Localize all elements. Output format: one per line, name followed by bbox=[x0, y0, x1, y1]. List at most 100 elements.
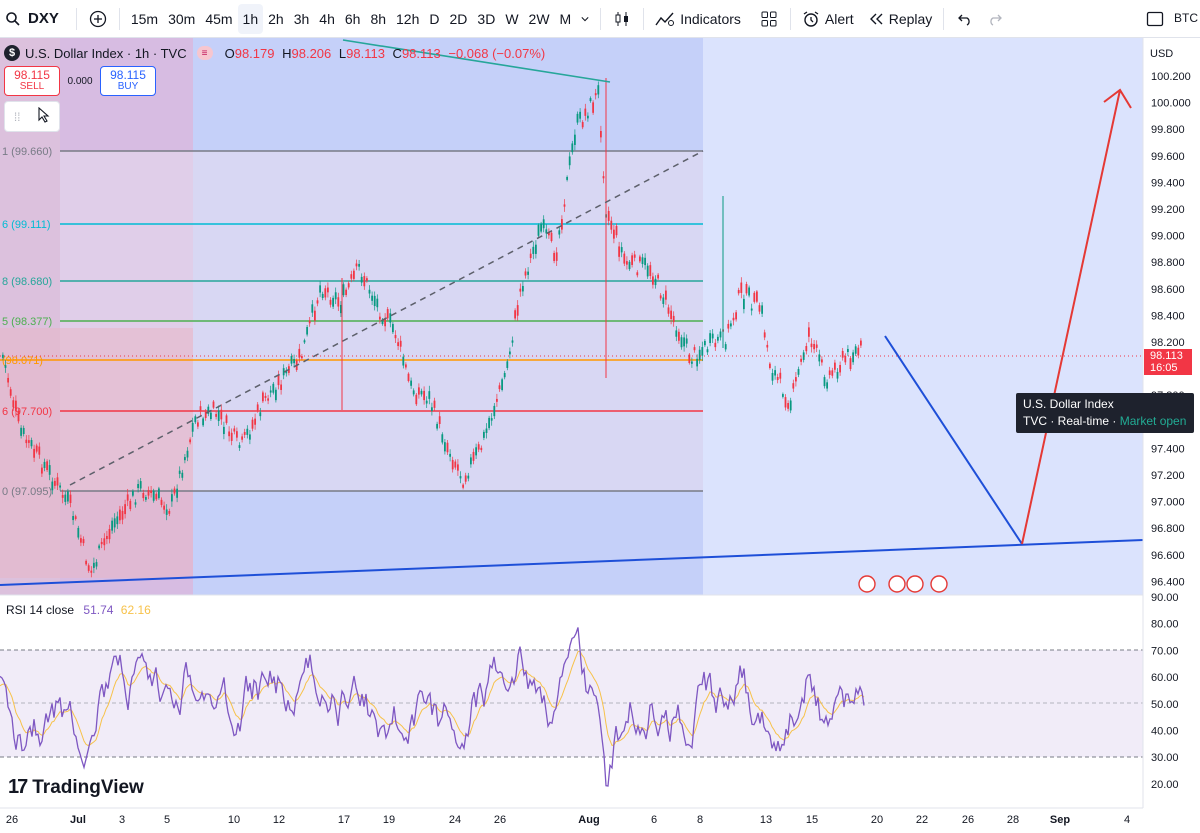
candle-body bbox=[332, 297, 334, 307]
search-icon[interactable] bbox=[0, 4, 22, 34]
interval-w[interactable]: W bbox=[500, 4, 523, 34]
candle-body bbox=[418, 387, 420, 395]
fullscreen-icon[interactable] bbox=[1140, 4, 1170, 34]
time-tick-label: 26 bbox=[494, 814, 506, 826]
candle-body bbox=[519, 288, 522, 292]
interval-m[interactable]: M bbox=[555, 4, 577, 34]
spread-value: 0.000 bbox=[67, 75, 93, 87]
layout-grid-icon[interactable] bbox=[754, 4, 784, 34]
candle-body bbox=[467, 475, 470, 479]
candle-body bbox=[576, 113, 579, 123]
alert-button[interactable]: Alert bbox=[797, 4, 859, 34]
legend-title[interactable]: U.S. Dollar Index · 1h · TVC bbox=[25, 46, 187, 61]
interval-3h[interactable]: 3h bbox=[289, 4, 315, 34]
rsi-legend: RSI 14 close 51.74 62.16 bbox=[6, 603, 151, 617]
eye-icon[interactable]: ≡ bbox=[196, 46, 213, 60]
candle-body bbox=[48, 465, 51, 475]
candle-body bbox=[225, 415, 228, 423]
candle-body bbox=[178, 470, 181, 474]
symbol-name[interactable]: DXY bbox=[22, 4, 64, 34]
chart-canvas[interactable]: 1 (99.660) 6 (99.111) 8 (98.680) 5 (98.377)… bbox=[0, 38, 1200, 833]
add-symbol-icon[interactable] bbox=[83, 4, 113, 34]
fib-level-label: (98.071) bbox=[2, 355, 43, 367]
us-flag-icon[interactable] bbox=[906, 575, 924, 593]
candle-body bbox=[464, 475, 467, 482]
interval-6h[interactable]: 6h bbox=[340, 4, 366, 34]
candle-body bbox=[275, 389, 277, 401]
candle-body bbox=[438, 416, 441, 425]
cursor-arrow-icon[interactable] bbox=[38, 106, 50, 126]
candle-body bbox=[197, 422, 199, 427]
price-tick-label: 98.800 bbox=[1151, 257, 1185, 269]
interval-3d[interactable]: 3D bbox=[472, 4, 500, 34]
interval-1h[interactable]: 1h bbox=[237, 3, 264, 34]
candle-body bbox=[259, 412, 262, 417]
interval-12h[interactable]: 12h bbox=[391, 4, 424, 34]
candle-body bbox=[691, 361, 693, 364]
candle-body bbox=[220, 409, 223, 420]
tradingview-logo[interactable]: 17 TradingView bbox=[8, 776, 144, 799]
candle-body bbox=[839, 364, 841, 373]
candle-body bbox=[181, 472, 184, 478]
candle-body bbox=[678, 331, 680, 341]
drawing-tools-box: ⁞⁞ bbox=[4, 101, 60, 132]
time-tick-label: 26 bbox=[6, 814, 18, 826]
candle-body bbox=[371, 295, 373, 301]
undo-icon[interactable] bbox=[950, 4, 980, 34]
drag-handle-icon[interactable]: ⁞⁞ bbox=[14, 110, 21, 124]
currency-label[interactable]: USD bbox=[1150, 48, 1173, 60]
interval-30m[interactable]: 30m bbox=[163, 4, 200, 34]
candle-body bbox=[2, 354, 4, 358]
interval-45m[interactable]: 45m bbox=[200, 4, 237, 34]
rsi-tick-label: 70.00 bbox=[1151, 645, 1179, 657]
candle-body bbox=[103, 538, 106, 546]
interval-2h[interactable]: 2h bbox=[263, 4, 289, 34]
us-flag-icon[interactable] bbox=[858, 575, 876, 593]
time-tick-label: 8 bbox=[697, 814, 703, 826]
sell-button[interactable]: 98.115 SELL bbox=[4, 66, 60, 96]
candle-body bbox=[522, 285, 524, 292]
indicators-button[interactable]: Indicators bbox=[650, 4, 746, 34]
candle-body bbox=[737, 289, 740, 294]
candle-body bbox=[61, 495, 64, 498]
rsi-label[interactable]: RSI 14 close bbox=[6, 603, 74, 617]
interval-8h[interactable]: 8h bbox=[365, 4, 391, 34]
candle-body bbox=[254, 418, 256, 425]
price-tick-label: 100.000 bbox=[1151, 98, 1191, 110]
candle-body bbox=[644, 257, 646, 266]
candle-body bbox=[280, 384, 282, 390]
chevron-down-icon[interactable] bbox=[576, 4, 594, 34]
time-axis[interactable] bbox=[0, 808, 1200, 833]
candle-body bbox=[306, 327, 308, 335]
candle-body bbox=[636, 272, 639, 276]
candle-body bbox=[477, 444, 480, 450]
candle-body bbox=[823, 377, 826, 387]
candle-body bbox=[555, 252, 558, 261]
candle-body bbox=[514, 310, 516, 319]
interval-d[interactable]: D bbox=[424, 4, 444, 34]
economic-events[interactable] bbox=[858, 575, 948, 593]
us-flag-icon[interactable] bbox=[888, 575, 906, 593]
interval-4h[interactable]: 4h bbox=[314, 4, 340, 34]
rsi-ma-value: 62.16 bbox=[120, 603, 151, 617]
redo-icon[interactable] bbox=[980, 4, 1010, 34]
buy-button[interactable]: 98.115 BUY bbox=[100, 66, 156, 96]
candle-body bbox=[472, 451, 475, 461]
candle-body bbox=[363, 276, 366, 287]
right-panel-label[interactable]: BTC bbox=[1174, 11, 1198, 25]
us-flag-icon[interactable] bbox=[930, 575, 948, 593]
replay-button[interactable]: Replay bbox=[863, 4, 938, 34]
interval-2d[interactable]: 2D bbox=[445, 4, 473, 34]
candle-body bbox=[17, 410, 20, 422]
candle-body bbox=[600, 131, 602, 138]
candle-body bbox=[657, 274, 659, 279]
toolbar-divider bbox=[600, 7, 602, 30]
candle-body bbox=[779, 372, 782, 379]
candle-body bbox=[524, 271, 527, 276]
interval-2w[interactable]: 2W bbox=[524, 4, 555, 34]
candle-body bbox=[706, 349, 709, 353]
interval-15m[interactable]: 15m bbox=[126, 4, 163, 34]
candle-body bbox=[813, 343, 815, 350]
candlestick-icon[interactable] bbox=[607, 4, 637, 34]
candle-body bbox=[662, 297, 665, 304]
